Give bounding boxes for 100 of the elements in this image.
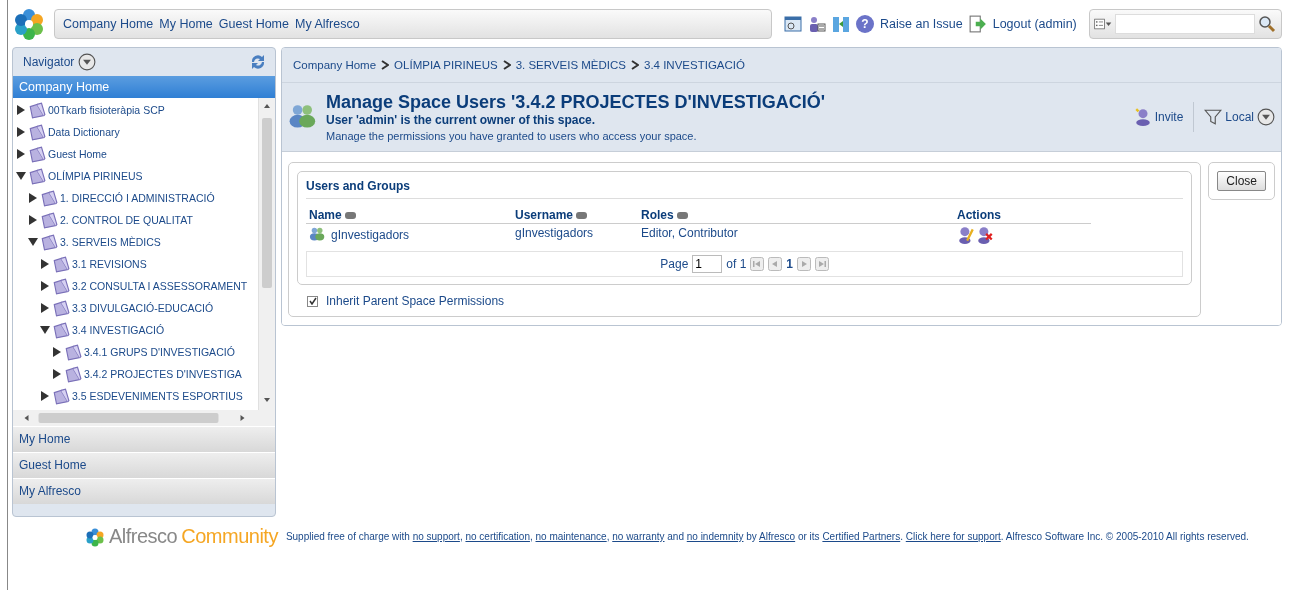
owner-text: User 'admin' is the current owner of this space.	[326, 113, 597, 127]
tree-item[interactable]: 3.4.2 PROJECTES D'INVESTIGA	[84, 368, 242, 380]
footer-link[interactable]: no indemnity	[686, 531, 744, 542]
footer-link[interactable]: Alfresco	[759, 531, 796, 542]
folder-icon	[40, 233, 58, 251]
chevron-icon	[502, 60, 511, 70]
column-header[interactable]: Username	[512, 207, 638, 224]
folder-icon	[40, 189, 58, 207]
raise-issue-link[interactable]: Raise an Issue	[880, 17, 963, 31]
check-icon	[308, 297, 317, 305]
folder-icon	[40, 211, 58, 229]
tree-item[interactable]: Data Dictionary	[48, 126, 120, 138]
navigator-title: Navigator	[23, 55, 75, 69]
folder-icon	[52, 387, 70, 405]
sort-icon[interactable]	[576, 212, 588, 220]
nav-link[interactable]: My Home	[159, 17, 213, 31]
checkbox[interactable]	[307, 295, 318, 307]
sort-icon[interactable]	[676, 212, 688, 220]
breadcrumb-link[interactable]: 3. SERVEIS MÈDICS	[515, 59, 626, 71]
footer-link[interactable]: no certification	[465, 531, 530, 542]
help-button[interactable]: ?	[856, 15, 874, 33]
logout-icon[interactable]	[968, 15, 987, 33]
folder-icon	[52, 321, 70, 339]
window-icon[interactable]	[784, 15, 802, 33]
filter-icon	[1204, 108, 1223, 126]
tree-item[interactable]: 2. CONTROL DE QUALITAT	[60, 214, 193, 226]
vertical-scrollbar[interactable]	[258, 98, 275, 410]
dropdown-icon[interactable]	[78, 53, 97, 71]
tree-item[interactable]: 3.1 REVISIONS	[72, 258, 147, 270]
navigator-section[interactable]: My Alfresco	[13, 478, 275, 504]
page-number-field[interactable]: 1	[692, 255, 723, 273]
expand-arrow-icon[interactable]	[52, 369, 62, 379]
folder-icon	[28, 145, 46, 163]
footer-link[interactable]: no support	[412, 531, 460, 542]
tree-item[interactable]: 00Tkarb fisioteràpia SCP	[48, 104, 165, 116]
flower-logo	[12, 7, 46, 41]
expand-arrow-icon[interactable]	[16, 105, 26, 115]
expand-arrow-icon[interactable]	[40, 281, 50, 291]
logout-link[interactable]: Logout (admin)	[992, 17, 1077, 31]
column-header[interactable]: Name	[306, 207, 512, 224]
horizontal-scrollbar[interactable]	[13, 410, 275, 426]
swap-icon[interactable]	[832, 15, 850, 33]
tree-item[interactable]: 3.2 CONSULTA I ASSESSORAMENT	[72, 280, 248, 292]
refresh-icon[interactable]	[249, 53, 267, 71]
expand-arrow-icon[interactable]	[52, 347, 62, 357]
invite-button[interactable]: Invite	[1133, 108, 1184, 126]
search-icon[interactable]	[1257, 15, 1276, 33]
nav-link[interactable]: Company Home	[63, 17, 154, 31]
edition-name: Community	[181, 525, 278, 548]
chevron-icon	[631, 60, 639, 70]
nav-link[interactable]: Guest Home	[218, 17, 289, 31]
flower-logo	[85, 526, 105, 547]
tree-item[interactable]: 3.4 INVESTIGACIÓ	[72, 324, 165, 336]
page-title: Manage Space Users '3.4.2 PROJECTES D'INVESTIGACIÓ'	[326, 92, 826, 113]
tree-item[interactable]: 3.5 ESDEVENIMENTS ESPORTIUS	[72, 390, 243, 402]
folder-icon	[28, 167, 46, 185]
chevron-icon	[381, 60, 390, 70]
tree-item[interactable]: 3. SERVEIS MÈDICS	[60, 236, 161, 248]
column-header[interactable]: Roles	[638, 207, 954, 224]
folder-icon	[28, 101, 46, 119]
expand-arrow-icon[interactable]	[16, 149, 26, 159]
expand-arrow-icon[interactable]	[16, 127, 26, 137]
tree-item[interactable]: Guest Home	[48, 148, 107, 160]
tree-item[interactable]: 3.4.1 GRUPS D'INVESTIGACIÓ	[84, 346, 235, 358]
expand-arrow-icon[interactable]	[28, 215, 38, 225]
collapse-arrow-icon[interactable]	[28, 237, 38, 247]
nav-link[interactable]: My Alfresco	[295, 17, 360, 31]
breadcrumb-link[interactable]: OLÍMPIA PIRINEUS	[394, 59, 498, 71]
close-button[interactable]: Close	[1217, 171, 1266, 191]
expand-arrow-icon[interactable]	[40, 259, 50, 269]
expand-arrow-icon[interactable]	[40, 303, 50, 313]
folder-icon	[52, 299, 70, 317]
description-text: Manage the permissions you have granted to users who access your space.	[326, 130, 698, 142]
search-field[interactable]	[1114, 14, 1255, 34]
tree-item[interactable]: OLÍMPIA PIRINEUS	[48, 170, 143, 182]
expand-arrow-icon[interactable]	[40, 391, 50, 401]
dropdown-icon	[1257, 108, 1275, 126]
remove-user-icon[interactable]	[976, 226, 994, 244]
sort-icon[interactable]	[344, 212, 356, 220]
tree-item[interactable]: 1. DIRECCIÓ I ADMINISTRACIÓ	[60, 192, 215, 204]
user-list-icon[interactable]	[808, 15, 826, 33]
page-label: Page	[660, 257, 689, 271]
breadcrumb-link[interactable]: Company Home	[293, 59, 377, 71]
footer-link[interactable]: no warranty	[612, 531, 665, 542]
navigator-section[interactable]: My Home	[13, 426, 275, 452]
expand-arrow-icon[interactable]	[28, 193, 38, 203]
breadcrumb-link[interactable]: 3.4 INVESTIGACIÓ	[644, 59, 745, 71]
tree-item[interactable]: 3.3 DIVULGACIÓ-EDUCACIÓ	[72, 302, 214, 314]
edit-user-icon[interactable]	[957, 226, 975, 244]
collapse-arrow-icon[interactable]	[16, 171, 26, 181]
folder-icon	[28, 123, 46, 141]
folder-icon	[52, 255, 70, 273]
navigator-section[interactable]: Guest Home	[13, 452, 275, 478]
collapse-arrow-icon[interactable]	[40, 325, 50, 335]
current-page-number: 1	[786, 257, 793, 271]
footer-link[interactable]: no maintenance	[535, 531, 607, 542]
filter-button[interactable]: Local	[1204, 108, 1275, 126]
group-name-link[interactable]: gInvestigadors	[331, 228, 410, 242]
footer-link[interactable]: Click here for support	[905, 531, 1001, 542]
user-icon	[1133, 108, 1152, 126]
